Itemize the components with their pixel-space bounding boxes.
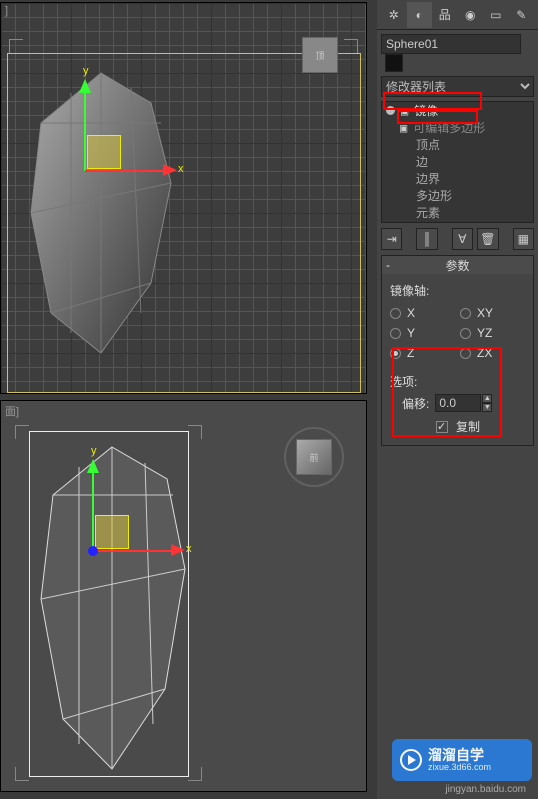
radio-z-label: Z — [407, 346, 414, 360]
model-head-perspective[interactable] — [17, 439, 207, 779]
viewcube-face[interactable]: 顶 — [302, 37, 338, 73]
command-panel: ✲ ◐ 品 ◉ ▭ ✎ 修改器列表 ▣ 镜像 ▣ 可编辑多边形 顶点 边 边界 … — [377, 0, 538, 799]
collapse-icon[interactable]: - — [386, 258, 390, 272]
object-color-swatch[interactable] — [385, 54, 403, 72]
expand-icon[interactable]: ▣ — [401, 104, 408, 118]
radio-yz[interactable] — [460, 328, 471, 339]
viewcube[interactable]: 前 — [288, 431, 340, 483]
radio-zx[interactable] — [460, 348, 471, 359]
modifier-list-dropdown[interactable]: 修改器列表 — [381, 76, 534, 97]
offset-label: 偏移: — [402, 395, 429, 412]
lightbulb-icon[interactable] — [386, 106, 395, 115]
object-name-row — [381, 34, 534, 72]
expand-icon[interactable]: ▣ — [400, 121, 407, 135]
stack-sub-polygon[interactable]: 多边形 — [382, 187, 533, 204]
object-name-input[interactable] — [381, 34, 521, 54]
watermark-badge: 溜溜自学 zixue.3d66.com — [392, 739, 532, 781]
viewcube[interactable]: 顶 — [294, 29, 346, 81]
play-icon — [400, 749, 422, 771]
stack-sub-border[interactable]: 边界 — [382, 170, 533, 187]
viewport-orthographic-top[interactable]: ] y x — [0, 2, 367, 394]
stack-item-editable-poly[interactable]: ▣ 可编辑多边形 — [382, 119, 533, 136]
viewport-perspective[interactable]: 面] y x 前 — [0, 400, 367, 792]
axis-y-label: y — [83, 65, 89, 77]
radio-y-label: Y — [407, 326, 415, 340]
rollout-header[interactable]: - 参数 — [382, 256, 533, 274]
stack-sub-element[interactable]: 元素 — [382, 204, 533, 221]
axis-y-label: y — [91, 445, 97, 457]
axis-x-label: x — [186, 543, 192, 555]
pin-stack-button[interactable]: ⇥ — [381, 228, 402, 250]
radio-yz-label: YZ — [477, 326, 492, 340]
configure-button[interactable]: ▦ — [513, 228, 534, 250]
modify-tab[interactable]: ◐ — [407, 2, 433, 28]
radio-z[interactable] — [390, 348, 401, 359]
offset-spinner[interactable]: ▲▼ — [435, 394, 492, 412]
copy-checkbox[interactable] — [436, 421, 448, 433]
stack-item-mirror[interactable]: ▣ 镜像 — [382, 102, 533, 119]
viewports-area: ] y x — [0, 0, 377, 799]
command-panel-tabs: ✲ ◐ 品 ◉ ▭ ✎ — [377, 0, 538, 30]
axis-x-label: x — [178, 163, 184, 175]
radio-xy[interactable] — [460, 308, 471, 319]
copy-label: 复制 — [456, 418, 480, 435]
spinner-up[interactable]: ▲ — [482, 394, 492, 403]
options-label: 选项: — [390, 373, 525, 390]
rollout-title: 参数 — [445, 257, 469, 274]
hierarchy-tab[interactable]: 品 — [432, 2, 458, 28]
mirror-axis-label: 镜像轴: — [390, 282, 525, 299]
create-tab[interactable]: ✲ — [381, 2, 407, 28]
remove-modifier-button[interactable]: 🗑 — [477, 228, 498, 250]
stack-label: 镜像 — [414, 102, 438, 119]
stack-sub-vertex[interactable]: 顶点 — [382, 136, 533, 153]
radio-x[interactable] — [390, 308, 401, 319]
make-unique-button[interactable]: ∀ — [452, 228, 473, 250]
watermark-brand: 溜溜自学 — [428, 748, 491, 762]
spinner-down[interactable]: ▼ — [482, 403, 492, 412]
offset-input[interactable] — [435, 394, 481, 412]
stack-label: 可编辑多边形 — [413, 119, 485, 136]
radio-zx-label: ZX — [477, 346, 492, 360]
utilities-tab[interactable]: ✎ — [509, 2, 535, 28]
parameters-rollout: - 参数 镜像轴: X XY Y — [381, 255, 534, 446]
viewport-label: 面] — [5, 403, 19, 419]
motion-tab[interactable]: ◉ — [458, 2, 484, 28]
viewport-label: ] — [5, 5, 8, 17]
stack-sub-edge[interactable]: 边 — [382, 153, 533, 170]
watermark-sub: zixue.3d66.com — [428, 762, 491, 773]
radio-x-label: X — [407, 306, 415, 320]
radio-xy-label: XY — [477, 306, 493, 320]
model-head-top[interactable] — [1, 63, 201, 363]
radio-y[interactable] — [390, 328, 401, 339]
modifier-stack[interactable]: ▣ 镜像 ▣ 可编辑多边形 顶点 边 边界 多边形 元素 — [381, 101, 534, 223]
stack-tools-row: ⇥ ║ ∀ 🗑 ▦ — [381, 228, 534, 250]
show-end-result-button[interactable]: ║ — [416, 228, 437, 250]
display-tab[interactable]: ▭ — [483, 2, 509, 28]
watermark-url: jingyan.baidu.com — [445, 784, 526, 795]
viewcube-face[interactable]: 前 — [296, 439, 332, 475]
